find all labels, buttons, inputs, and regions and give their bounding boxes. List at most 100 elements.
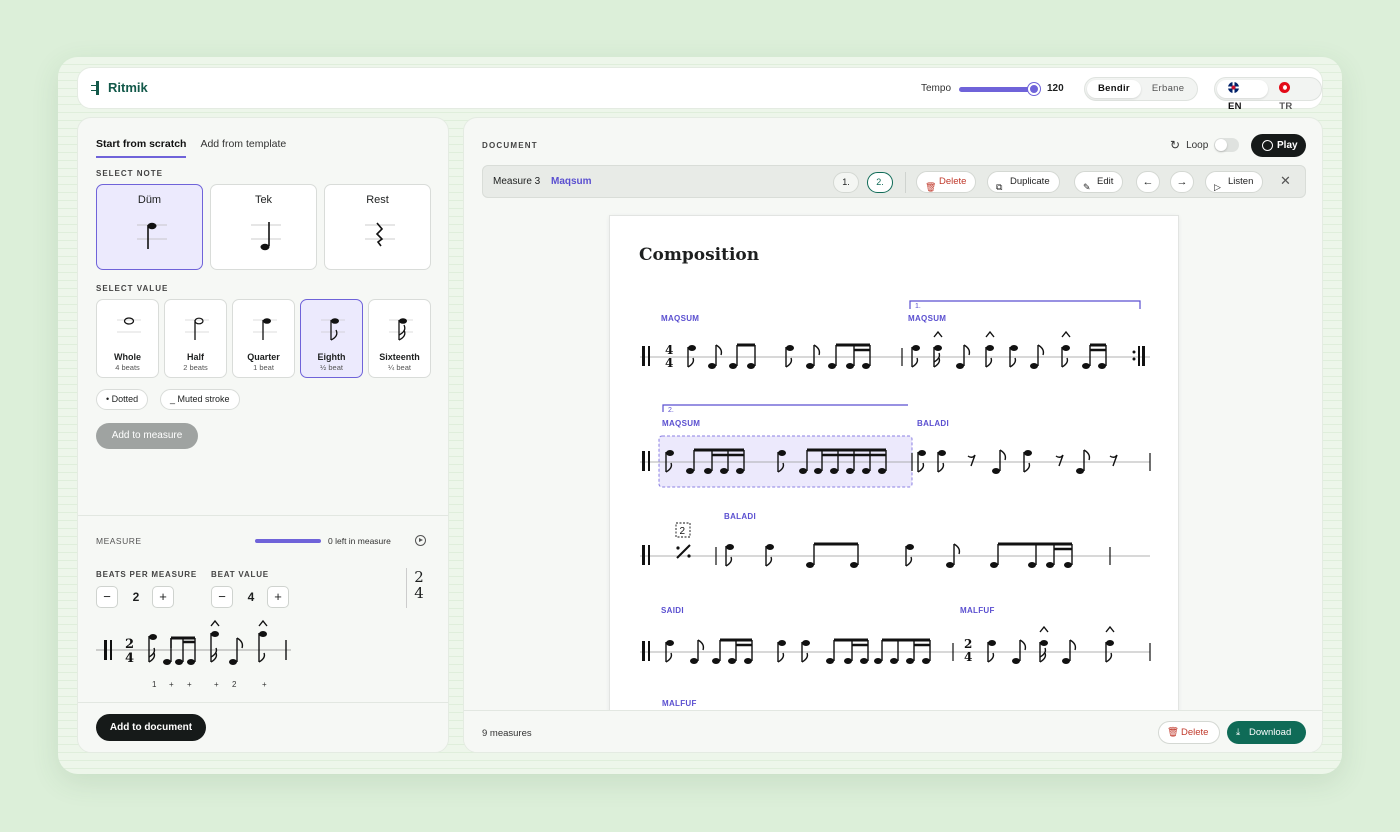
beat-value-decrement-button[interactable]: − bbox=[211, 586, 233, 608]
eighth-note-icon bbox=[321, 318, 345, 341]
move-right-button[interactable]: → bbox=[1170, 171, 1194, 193]
note-card-rest[interactable]: Rest bbox=[324, 184, 431, 270]
note-head bbox=[988, 640, 996, 646]
note-head bbox=[747, 363, 755, 369]
measure-label: MEASURE bbox=[96, 536, 142, 546]
note-head bbox=[1062, 658, 1070, 664]
note-flag bbox=[697, 639, 705, 651]
note-card-label: Düm bbox=[137, 194, 162, 206]
note-head bbox=[802, 640, 810, 646]
value-beats: 4 beats bbox=[115, 363, 140, 372]
note-card-tek[interactable]: Tek bbox=[210, 184, 317, 270]
document-label: DOCUMENT bbox=[482, 141, 538, 150]
barlines-and-signatures: 4 4 2 2 4 bbox=[642, 343, 1151, 664]
svg-text:4: 4 bbox=[665, 343, 673, 357]
instrument-bendir[interactable]: Bendir bbox=[1087, 80, 1141, 98]
value-beats: ¼ beat bbox=[388, 363, 411, 372]
note-flag bbox=[801, 652, 809, 663]
value-name: Half bbox=[186, 352, 204, 362]
note-flag bbox=[777, 652, 785, 663]
language-en[interactable]: EN bbox=[1217, 80, 1269, 112]
tempo-slider[interactable] bbox=[959, 87, 1035, 92]
selected-measure-highlight bbox=[658, 435, 913, 488]
delete-document-button[interactable]: 🗑 Delete bbox=[1158, 721, 1220, 744]
note-head bbox=[862, 468, 870, 474]
note-flag bbox=[1019, 639, 1027, 651]
measure-play-icon[interactable] bbox=[415, 535, 426, 546]
beats-decrement-button[interactable]: − bbox=[96, 586, 118, 608]
note-head bbox=[729, 363, 737, 369]
notes-layer bbox=[665, 330, 1118, 664]
muted-stroke-toggle[interactable]: _ Muted stroke bbox=[160, 389, 240, 410]
beat-value-label: BEAT VALUE bbox=[211, 570, 269, 579]
tek-note-icon bbox=[251, 222, 281, 251]
listen-button[interactable]: ▷ Listen bbox=[1205, 171, 1264, 193]
delete-measure-button[interactable]: 🗑 Delete bbox=[916, 171, 977, 193]
note-head bbox=[712, 658, 720, 664]
trash-icon: 🗑 bbox=[1167, 727, 1180, 738]
tab-start-from-scratch[interactable]: Start from scratch bbox=[96, 138, 187, 158]
divider bbox=[406, 568, 407, 608]
note-head bbox=[1012, 658, 1020, 664]
time-sig-bottom: 4 bbox=[414, 584, 424, 602]
note-head bbox=[1030, 363, 1038, 369]
value-card-half[interactable]: Half 2 beats bbox=[164, 299, 227, 378]
note-flag bbox=[917, 462, 925, 473]
dotted-toggle[interactable]: • Dotted bbox=[96, 389, 149, 410]
time-sig-top: 2 bbox=[414, 568, 424, 586]
note-builder-panel: Start from scratch Add from template SEL… bbox=[77, 117, 449, 753]
note-card-dum[interactable]: Düm bbox=[96, 184, 203, 270]
measure-toolbar: Measure 3 Maqsum 1. 2. 🗑 Delete ⧉ Duplicat… bbox=[482, 165, 1306, 198]
value-card-whole[interactable]: Whole 4 beats bbox=[96, 299, 159, 378]
note-head bbox=[874, 658, 882, 664]
download-button[interactable]: ⤓ Download bbox=[1227, 721, 1306, 744]
note-flag bbox=[715, 344, 723, 356]
note-head bbox=[806, 562, 814, 568]
note-head bbox=[1106, 640, 1114, 646]
divider bbox=[78, 515, 448, 516]
dum-note-icon bbox=[137, 222, 167, 249]
tempo-value: 120 bbox=[1047, 83, 1064, 94]
staff-lines bbox=[640, 356, 1150, 653]
measure-title: Measure 3 bbox=[493, 176, 541, 187]
note-flag bbox=[1105, 652, 1113, 663]
move-left-button[interactable]: ← bbox=[1136, 171, 1160, 193]
duplicate-measure-button[interactable]: ⧉ Duplicate bbox=[987, 171, 1060, 193]
whole-note-icon bbox=[117, 317, 141, 333]
note-head bbox=[906, 658, 914, 664]
note-head bbox=[946, 562, 954, 568]
instrument-erbane[interactable]: Erbane bbox=[1141, 80, 1195, 98]
value-card-quarter[interactable]: Quarter 1 beat bbox=[232, 299, 295, 378]
duplicate-icon: ⧉ bbox=[996, 182, 1003, 192]
ending-1-button[interactable]: 1. bbox=[833, 172, 859, 193]
loop-toggle[interactable] bbox=[1214, 138, 1240, 152]
close-icon[interactable]: ✕ bbox=[1280, 173, 1291, 189]
note-head bbox=[744, 658, 752, 664]
note-head bbox=[1076, 468, 1084, 474]
play-circle-icon: ▷ bbox=[1214, 182, 1221, 192]
beat-value-increment-button[interactable]: + bbox=[267, 586, 289, 608]
play-button[interactable]: Play bbox=[1251, 134, 1306, 157]
svg-text:4: 4 bbox=[665, 356, 673, 370]
tab-add-from-template[interactable]: Add from template bbox=[200, 138, 286, 158]
divider bbox=[78, 702, 448, 703]
rest-symbol bbox=[967, 454, 976, 467]
note-flag bbox=[1061, 357, 1069, 368]
language-tr[interactable]: TR bbox=[1268, 80, 1319, 112]
note-head bbox=[922, 658, 930, 664]
beats-increment-button[interactable]: + bbox=[152, 586, 174, 608]
edit-measure-button[interactable]: ✎ Edit bbox=[1074, 171, 1124, 193]
value-card-sixteenth[interactable]: Sixteenth ¼ beat bbox=[368, 299, 431, 378]
app-logo[interactable]: Ritmik bbox=[91, 80, 148, 95]
note-flag bbox=[963, 344, 971, 356]
rest-symbol bbox=[1055, 454, 1064, 467]
value-card-eighth[interactable]: Eighth ½ beat bbox=[300, 299, 363, 378]
note-head bbox=[814, 468, 822, 474]
note-flag bbox=[999, 449, 1007, 461]
add-to-measure-button[interactable]: Add to measure bbox=[96, 423, 198, 449]
ending-2-button[interactable]: 2. bbox=[867, 172, 893, 193]
accent-mark bbox=[1105, 625, 1115, 633]
tempo-slider-handle[interactable] bbox=[1028, 83, 1040, 95]
loop-control[interactable]: ↻ Loop bbox=[1170, 138, 1240, 152]
add-to-document-button[interactable]: Add to document bbox=[96, 714, 206, 741]
